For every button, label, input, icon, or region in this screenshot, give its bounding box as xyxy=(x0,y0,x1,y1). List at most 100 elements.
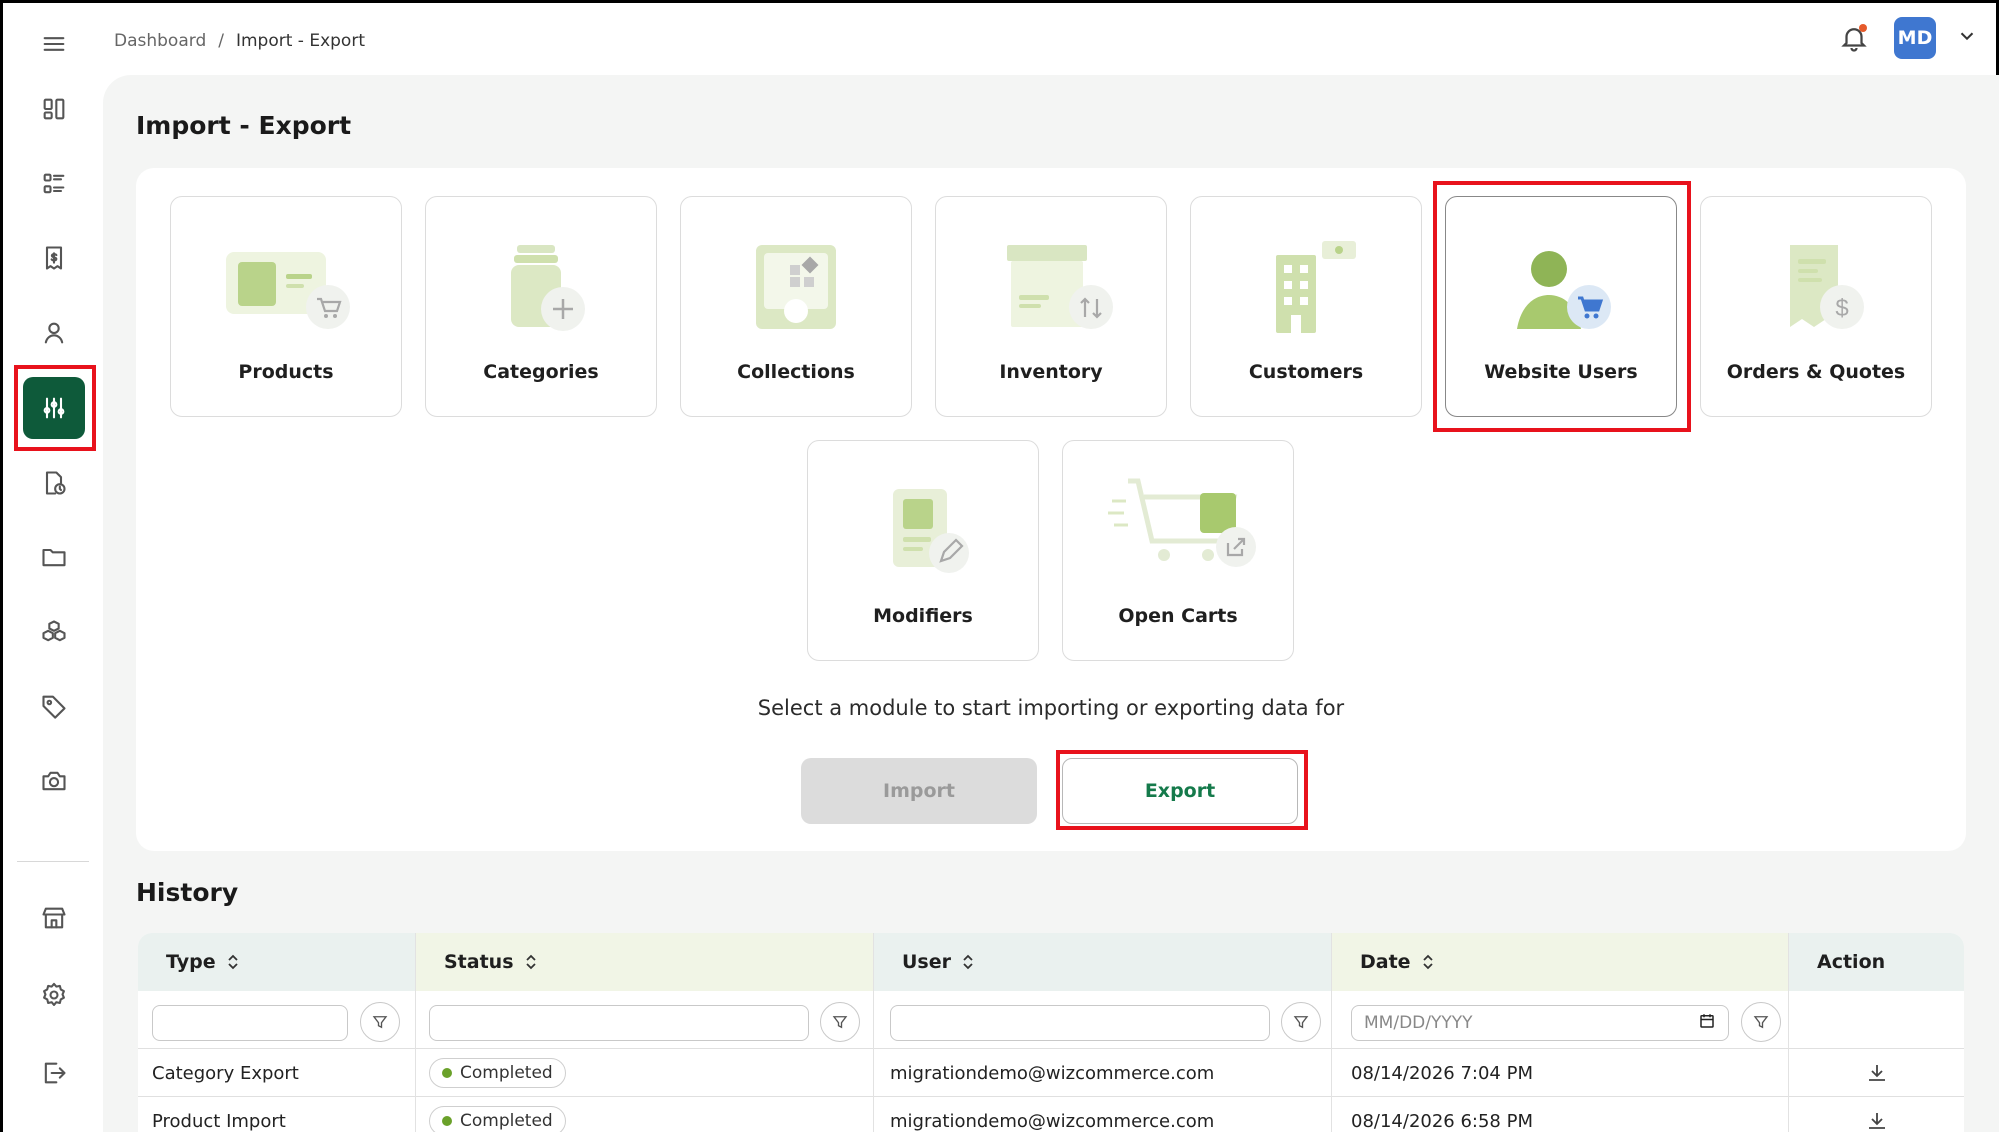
filter-icon xyxy=(372,1016,388,1029)
status-dot xyxy=(442,1068,452,1078)
customers-illustration xyxy=(1276,241,1356,333)
history-title: History xyxy=(136,878,239,907)
menu-toggle-button[interactable] xyxy=(23,13,85,75)
column-header-type[interactable]: Type xyxy=(138,933,415,991)
filter-icon xyxy=(832,1016,848,1029)
sidebar-item-settings[interactable] xyxy=(23,964,85,1026)
sidebar-item-reports[interactable] xyxy=(23,452,85,514)
module-card-categories[interactable]: Categories xyxy=(425,196,657,417)
download-icon xyxy=(1869,1065,1885,1081)
date-filter-button[interactable] xyxy=(1741,1002,1781,1042)
column-header-status[interactable]: Status xyxy=(416,933,873,991)
column-divider xyxy=(1788,933,1789,1132)
import-button[interactable]: Import xyxy=(801,758,1037,824)
filter-icon xyxy=(1753,1016,1769,1029)
cell-status: Completed xyxy=(429,1049,566,1097)
export-button[interactable]: Export xyxy=(1062,758,1298,824)
user-filter-input[interactable] xyxy=(890,1005,1270,1041)
user-filter-button[interactable] xyxy=(1281,1002,1321,1042)
cell-date: 08/14/2026 7:04 PM xyxy=(1351,1062,1533,1084)
module-card-collections[interactable]: Collections xyxy=(680,196,912,417)
calendar-icon[interactable] xyxy=(1698,1012,1716,1035)
sidebar-item-customers[interactable] xyxy=(23,302,85,364)
history-table: Type Status User Date Action MM/DD/YYYY … xyxy=(138,933,1964,1132)
products-illustration xyxy=(226,252,350,329)
date-filter-input[interactable]: MM/DD/YYYY xyxy=(1351,1005,1729,1041)
module-label: Website Users xyxy=(1484,361,1638,383)
download-button[interactable] xyxy=(1865,1097,1889,1132)
breadcrumb-dashboard-link[interactable]: Dashboard xyxy=(114,31,206,51)
avatar[interactable]: MD xyxy=(1894,17,1936,59)
sidebar-item-files[interactable] xyxy=(23,526,85,588)
categories-illustration xyxy=(511,245,585,331)
table-row: Product Import Completed migrationdemo@w… xyxy=(138,1097,1964,1132)
sidebar-item-dashboard[interactable] xyxy=(23,78,85,140)
gear-icon xyxy=(43,982,65,1006)
cell-user: migrationdemo@wizcommerce.com xyxy=(890,1062,1215,1084)
sidebar-item-pricing[interactable] xyxy=(23,675,85,737)
download-button[interactable] xyxy=(1865,1049,1889,1097)
module-label: Inventory xyxy=(999,361,1103,383)
breadcrumb: Dashboard / Import - Export xyxy=(114,31,365,51)
notifications-button[interactable] xyxy=(1834,18,1874,58)
cell-date: 08/14/2026 6:58 PM xyxy=(1351,1110,1533,1132)
column-date-label: Date xyxy=(1360,951,1411,973)
module-card-customers[interactable]: Customers xyxy=(1190,196,1422,417)
sort-icon xyxy=(227,954,238,970)
type-filter-button[interactable] xyxy=(360,1002,400,1042)
module-card-orders-quotes[interactable]: $ Orders & Quotes xyxy=(1700,196,1932,417)
dashboard-icon xyxy=(43,98,65,120)
module-card-website-users[interactable]: Website Users xyxy=(1445,196,1677,417)
collections-illustration xyxy=(756,245,836,329)
sidebar-item-products[interactable] xyxy=(23,601,85,663)
module-label: Modifiers xyxy=(873,605,973,627)
sidebar-item-import-export[interactable] xyxy=(23,377,85,439)
module-label: Categories xyxy=(483,361,599,383)
logout-icon xyxy=(44,1062,66,1084)
download-icon xyxy=(1869,1113,1885,1129)
sidebar-item-media[interactable] xyxy=(23,750,85,812)
cell-status: Completed xyxy=(429,1097,566,1132)
sort-icon xyxy=(1422,954,1433,970)
table-header: Type Status User Date Action xyxy=(138,933,1964,991)
module-card-modifiers[interactable]: Modifiers xyxy=(807,440,1039,661)
chevron-down-icon xyxy=(1960,32,1974,41)
breadcrumb-current: Import - Export xyxy=(235,31,365,51)
module-hint-text: Select a module to start importing or ex… xyxy=(757,696,1345,720)
sliders-icon xyxy=(43,397,65,419)
date-placeholder: MM/DD/YYYY xyxy=(1364,1013,1473,1033)
status-badge: Completed xyxy=(429,1106,566,1132)
website-users-illustration xyxy=(1517,251,1611,329)
folder-icon xyxy=(42,548,66,567)
module-card-inventory[interactable]: Inventory xyxy=(935,196,1167,417)
module-panel: Products Categories Collections Inventor… xyxy=(136,168,1966,851)
sidebar-item-invoices[interactable] xyxy=(23,227,85,289)
module-label: Products xyxy=(238,361,334,383)
module-card-products[interactable]: Products xyxy=(170,196,402,417)
type-filter-input[interactable] xyxy=(152,1005,348,1041)
column-header-user[interactable]: User xyxy=(874,933,1331,991)
boxes-icon xyxy=(42,620,66,642)
module-card-open-carts[interactable]: Open Carts xyxy=(1062,440,1294,661)
column-divider xyxy=(1331,933,1332,1132)
status-filter-input[interactable] xyxy=(429,1005,809,1041)
module-label: Collections xyxy=(737,361,855,383)
account-menu-button[interactable] xyxy=(1956,25,1978,51)
column-type-label: Type xyxy=(166,951,216,973)
column-header-date[interactable]: Date xyxy=(1332,933,1788,991)
column-user-label: User xyxy=(902,951,951,973)
sidebar xyxy=(3,3,103,1132)
status-filter-button[interactable] xyxy=(820,1002,860,1042)
tag-icon xyxy=(42,695,66,719)
notification-dot xyxy=(1859,24,1867,32)
sidebar-item-catalog[interactable] xyxy=(23,153,85,215)
sort-icon xyxy=(963,954,973,970)
svg-text:$: $ xyxy=(1835,295,1848,322)
breadcrumb-separator: / xyxy=(218,31,224,51)
column-divider xyxy=(873,933,874,1132)
sidebar-divider xyxy=(17,861,89,862)
sidebar-item-logout[interactable] xyxy=(23,1042,85,1104)
status-text: Completed xyxy=(460,1111,553,1131)
sidebar-item-store[interactable] xyxy=(23,887,85,949)
invoice-icon xyxy=(45,246,63,270)
